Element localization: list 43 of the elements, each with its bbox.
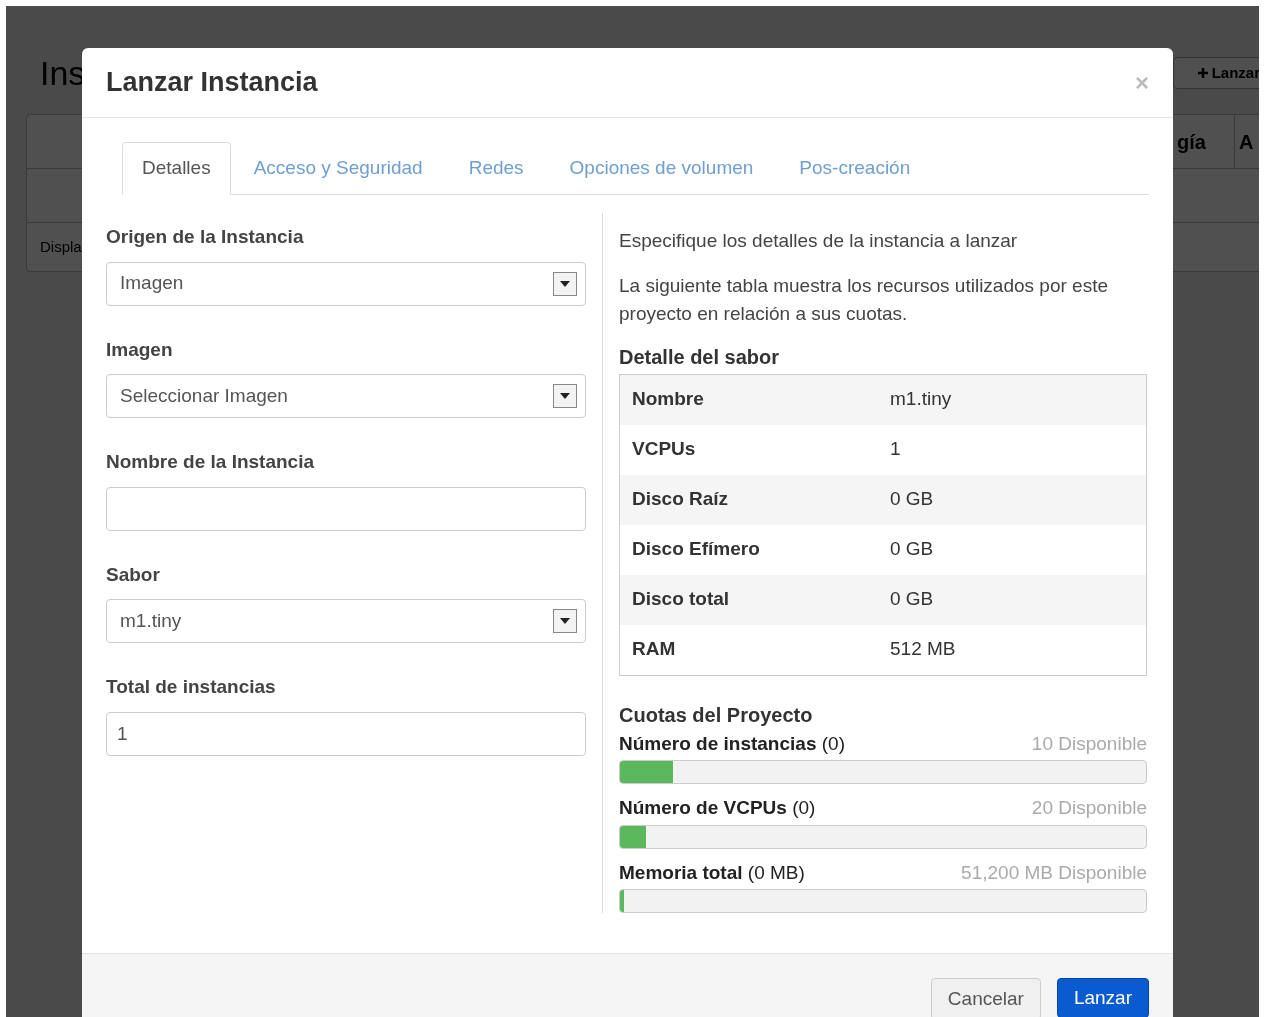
section-title: Detalle del sabor <box>619 344 781 370</box>
table-cell-text: Displa <box>40 236 82 257</box>
table-cell-text: m1.tiny <box>890 387 952 412</box>
field-label: Total de instancias <box>106 675 277 699</box>
input-field[interactable] <box>106 486 586 531</box>
intro-text: Especifique los detalles de la instancia a lanzar <box>619 229 1019 253</box>
quota-label: Memoria total (0 MB) <box>619 860 805 885</box>
table-header: A <box>1234 115 1259 168</box>
table-cell-text: VCPUs <box>631 437 697 462</box>
table-cell-text: Disco total <box>631 587 731 612</box>
quota-available: 10 Disponible <box>1031 731 1147 756</box>
table-cell-text: 0 GB <box>890 587 934 612</box>
table-cell-text: 512 MB <box>890 637 956 662</box>
page-title: Ins <box>40 56 86 90</box>
select-field[interactable]: m1.tiny <box>106 599 586 643</box>
quota-available: 51,200 MB Disponible <box>961 860 1147 885</box>
table-cell-text: 0 GB <box>890 487 934 512</box>
table-cell-text: 0 GB <box>890 537 934 562</box>
input-field[interactable]: 1 <box>106 711 586 756</box>
quota-available: 20 Disponible <box>1031 796 1147 820</box>
launch-button[interactable]: Lanzar <box>1056 978 1149 1017</box>
description-text: La siguiente tabla muestra los recursos utilizados por este proyecto en relación a sus cuotas. <box>619 273 1109 326</box>
quota-label: Número de instancias (0) <box>619 731 845 756</box>
select-field[interactable]: Seleccionar Imagen <box>106 374 586 418</box>
field-label: Nombre de la Instancia <box>106 450 315 474</box>
field-label: Imagen <box>106 337 174 362</box>
dropdown-icon <box>553 609 577 633</box>
quota-label: Número de VCPUs (0) <box>619 796 816 820</box>
section-title: Cuotas del Proyecto <box>619 702 814 728</box>
cancel-button[interactable]: Cancelar <box>930 978 1041 1017</box>
table-cell-text: RAM <box>631 637 677 662</box>
dropdown-icon <box>553 271 577 296</box>
dropdown-icon <box>553 384 577 408</box>
table-cell-text: 1 <box>890 437 901 462</box>
table-cell-text: Disco Efímero <box>631 537 761 562</box>
field-label: Origen de la Instancia <box>106 225 305 249</box>
table-cell-text: Disco Raíz <box>631 487 730 512</box>
field-label: Sabor <box>106 562 161 587</box>
tab[interactable]: Detalles <box>122 142 231 195</box>
select-field[interactable]: Imagen <box>106 261 586 306</box>
modal-title: Lanzar Instancia <box>106 66 318 100</box>
plus-icon <box>1197 68 1208 78</box>
table-cell-text: Nombre <box>631 387 705 412</box>
